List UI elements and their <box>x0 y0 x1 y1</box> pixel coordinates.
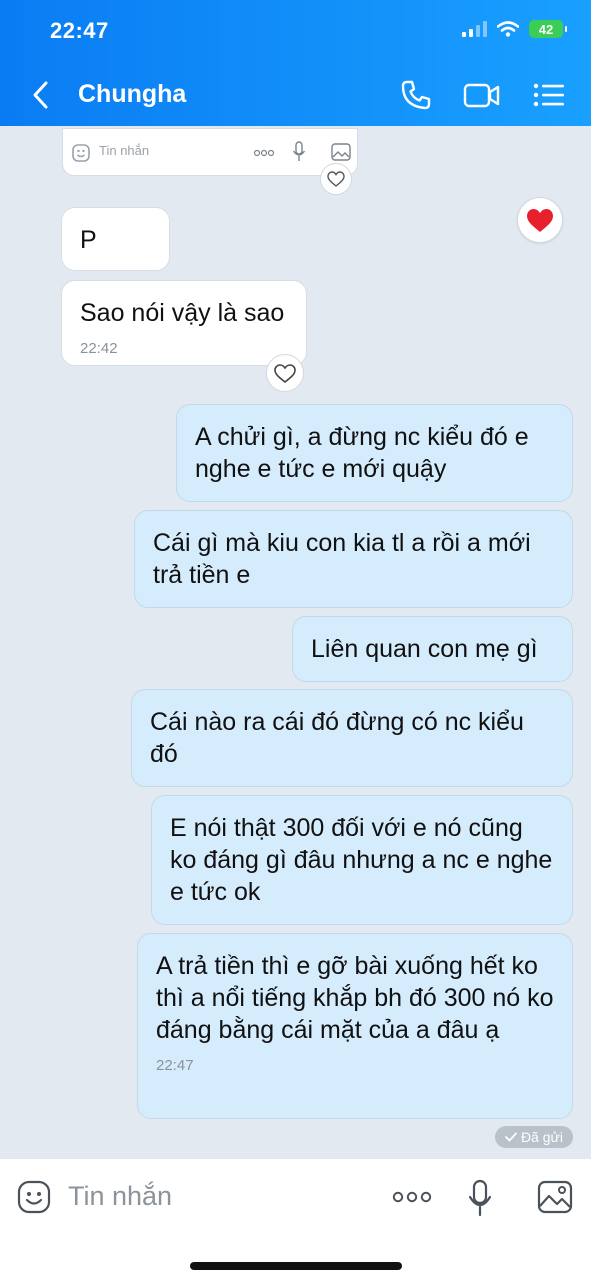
preview-placeholder: Tin nhắn <box>99 143 150 158</box>
home-indicator <box>190 1262 402 1270</box>
message-text: Sao nói vậy là sao <box>80 299 285 327</box>
status-time: 22:47 <box>50 18 109 43</box>
heart-outline-icon <box>274 363 296 383</box>
like-button[interactable] <box>320 163 352 195</box>
sticker-icon[interactable] <box>17 1180 51 1214</box>
signal-icon <box>462 21 487 37</box>
message-time: 22:42 <box>80 340 118 357</box>
checkmark-icon <box>505 1132 517 1142</box>
red-heart-icon <box>527 208 553 232</box>
battery-icon: 42 <box>529 20 567 38</box>
image-gallery-icon[interactable] <box>537 1180 573 1214</box>
shared-image-preview[interactable]: Tin nhắn <box>62 128 358 176</box>
message-bubble-outgoing[interactable]: Cái gì mà kiu con kia tl a rồi a mới trả… <box>134 510 573 608</box>
phone-call-icon[interactable] <box>400 79 432 111</box>
sent-status-badge: Đã gửi <box>494 1126 573 1148</box>
message-text: Cái gì mà kiu con kia tl a rồi a mới trả… <box>153 529 531 589</box>
message-text: P <box>80 226 97 254</box>
message-bubble-outgoing[interactable]: A trả tiền thì e gỡ bài xuống hết ko thì… <box>137 933 573 1119</box>
message-bubble-incoming[interactable]: Sao nói vậy là sao 22:42 <box>61 280 307 366</box>
message-time: 22:47 <box>156 1057 194 1074</box>
heart-reaction[interactable] <box>517 197 563 243</box>
heart-outline-icon <box>327 171 345 187</box>
wifi-icon <box>497 21 519 37</box>
message-bubble-outgoing[interactable]: E nói thật 300 đối với e nó cũng ko đáng… <box>151 795 573 925</box>
chat-title[interactable]: Chungha <box>78 80 186 109</box>
sent-status-text: Đã gửi <box>520 1129 563 1145</box>
status-icons: 42 <box>462 20 567 38</box>
microphone-icon <box>292 141 306 161</box>
more-options-icon[interactable] <box>392 1191 432 1203</box>
message-text: Cái nào ra cái đó đừng có nc kiểu đó <box>150 708 524 768</box>
message-bubble-incoming[interactable]: P <box>61 207 170 271</box>
microphone-icon[interactable] <box>468 1179 492 1217</box>
message-bubble-outgoing[interactable]: Liên quan con mẹ gì <box>292 616 573 682</box>
message-bubble-outgoing[interactable]: A chửi gì, a đừng nc kiểu đó e nghe e tứ… <box>176 404 573 502</box>
like-button[interactable] <box>266 354 304 392</box>
back-icon[interactable] <box>30 80 52 110</box>
video-call-icon[interactable] <box>463 79 501 111</box>
message-bubble-outgoing[interactable]: Cái nào ra cái đó đừng có nc kiểu đó <box>131 689 573 787</box>
image-icon <box>331 143 351 161</box>
message-text: A chửi gì, a đừng nc kiểu đó e nghe e tứ… <box>195 423 529 483</box>
message-text: E nói thật 300 đối với e nó cũng ko đáng… <box>170 814 553 906</box>
sticker-icon <box>72 144 90 162</box>
message-text: A trả tiền thì e gỡ bài xuống hết ko thì… <box>156 952 554 1044</box>
message-text: Liên quan con mẹ gì <box>311 635 538 663</box>
message-input[interactable]: Tin nhắn <box>68 1181 172 1212</box>
menu-list-icon[interactable] <box>532 79 566 111</box>
chat-header: 22:47 42 Chungha <box>0 0 591 126</box>
more-icon <box>253 149 275 157</box>
